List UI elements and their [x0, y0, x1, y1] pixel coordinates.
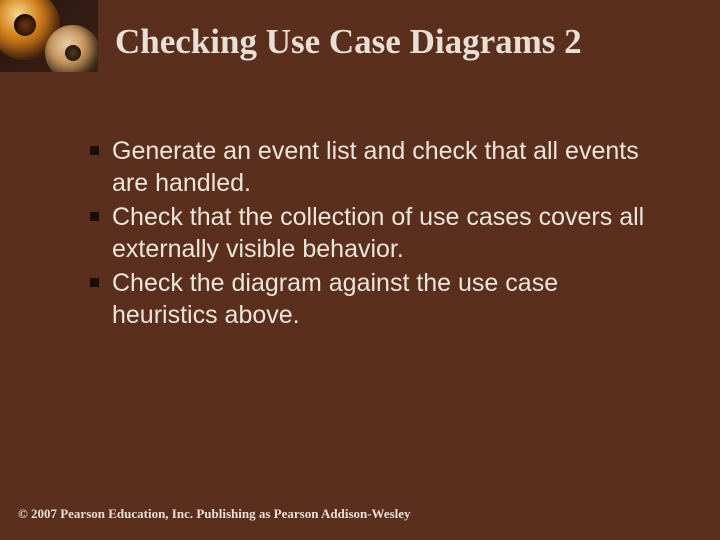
gear-icon [45, 25, 98, 72]
list-item: Check the diagram against the use case h… [90, 267, 665, 331]
logo-graphic [0, 0, 98, 72]
copyright-footer: © 2007 Pearson Education, Inc. Publishin… [18, 506, 411, 522]
bullet-list: Generate an event list and check that al… [90, 135, 665, 331]
slide-body: Generate an event list and check that al… [90, 135, 665, 333]
slide-title: Checking Use Case Diagrams 2 [115, 22, 690, 62]
list-item: Check that the collection of use cases c… [90, 201, 665, 265]
list-item: Generate an event list and check that al… [90, 135, 665, 199]
